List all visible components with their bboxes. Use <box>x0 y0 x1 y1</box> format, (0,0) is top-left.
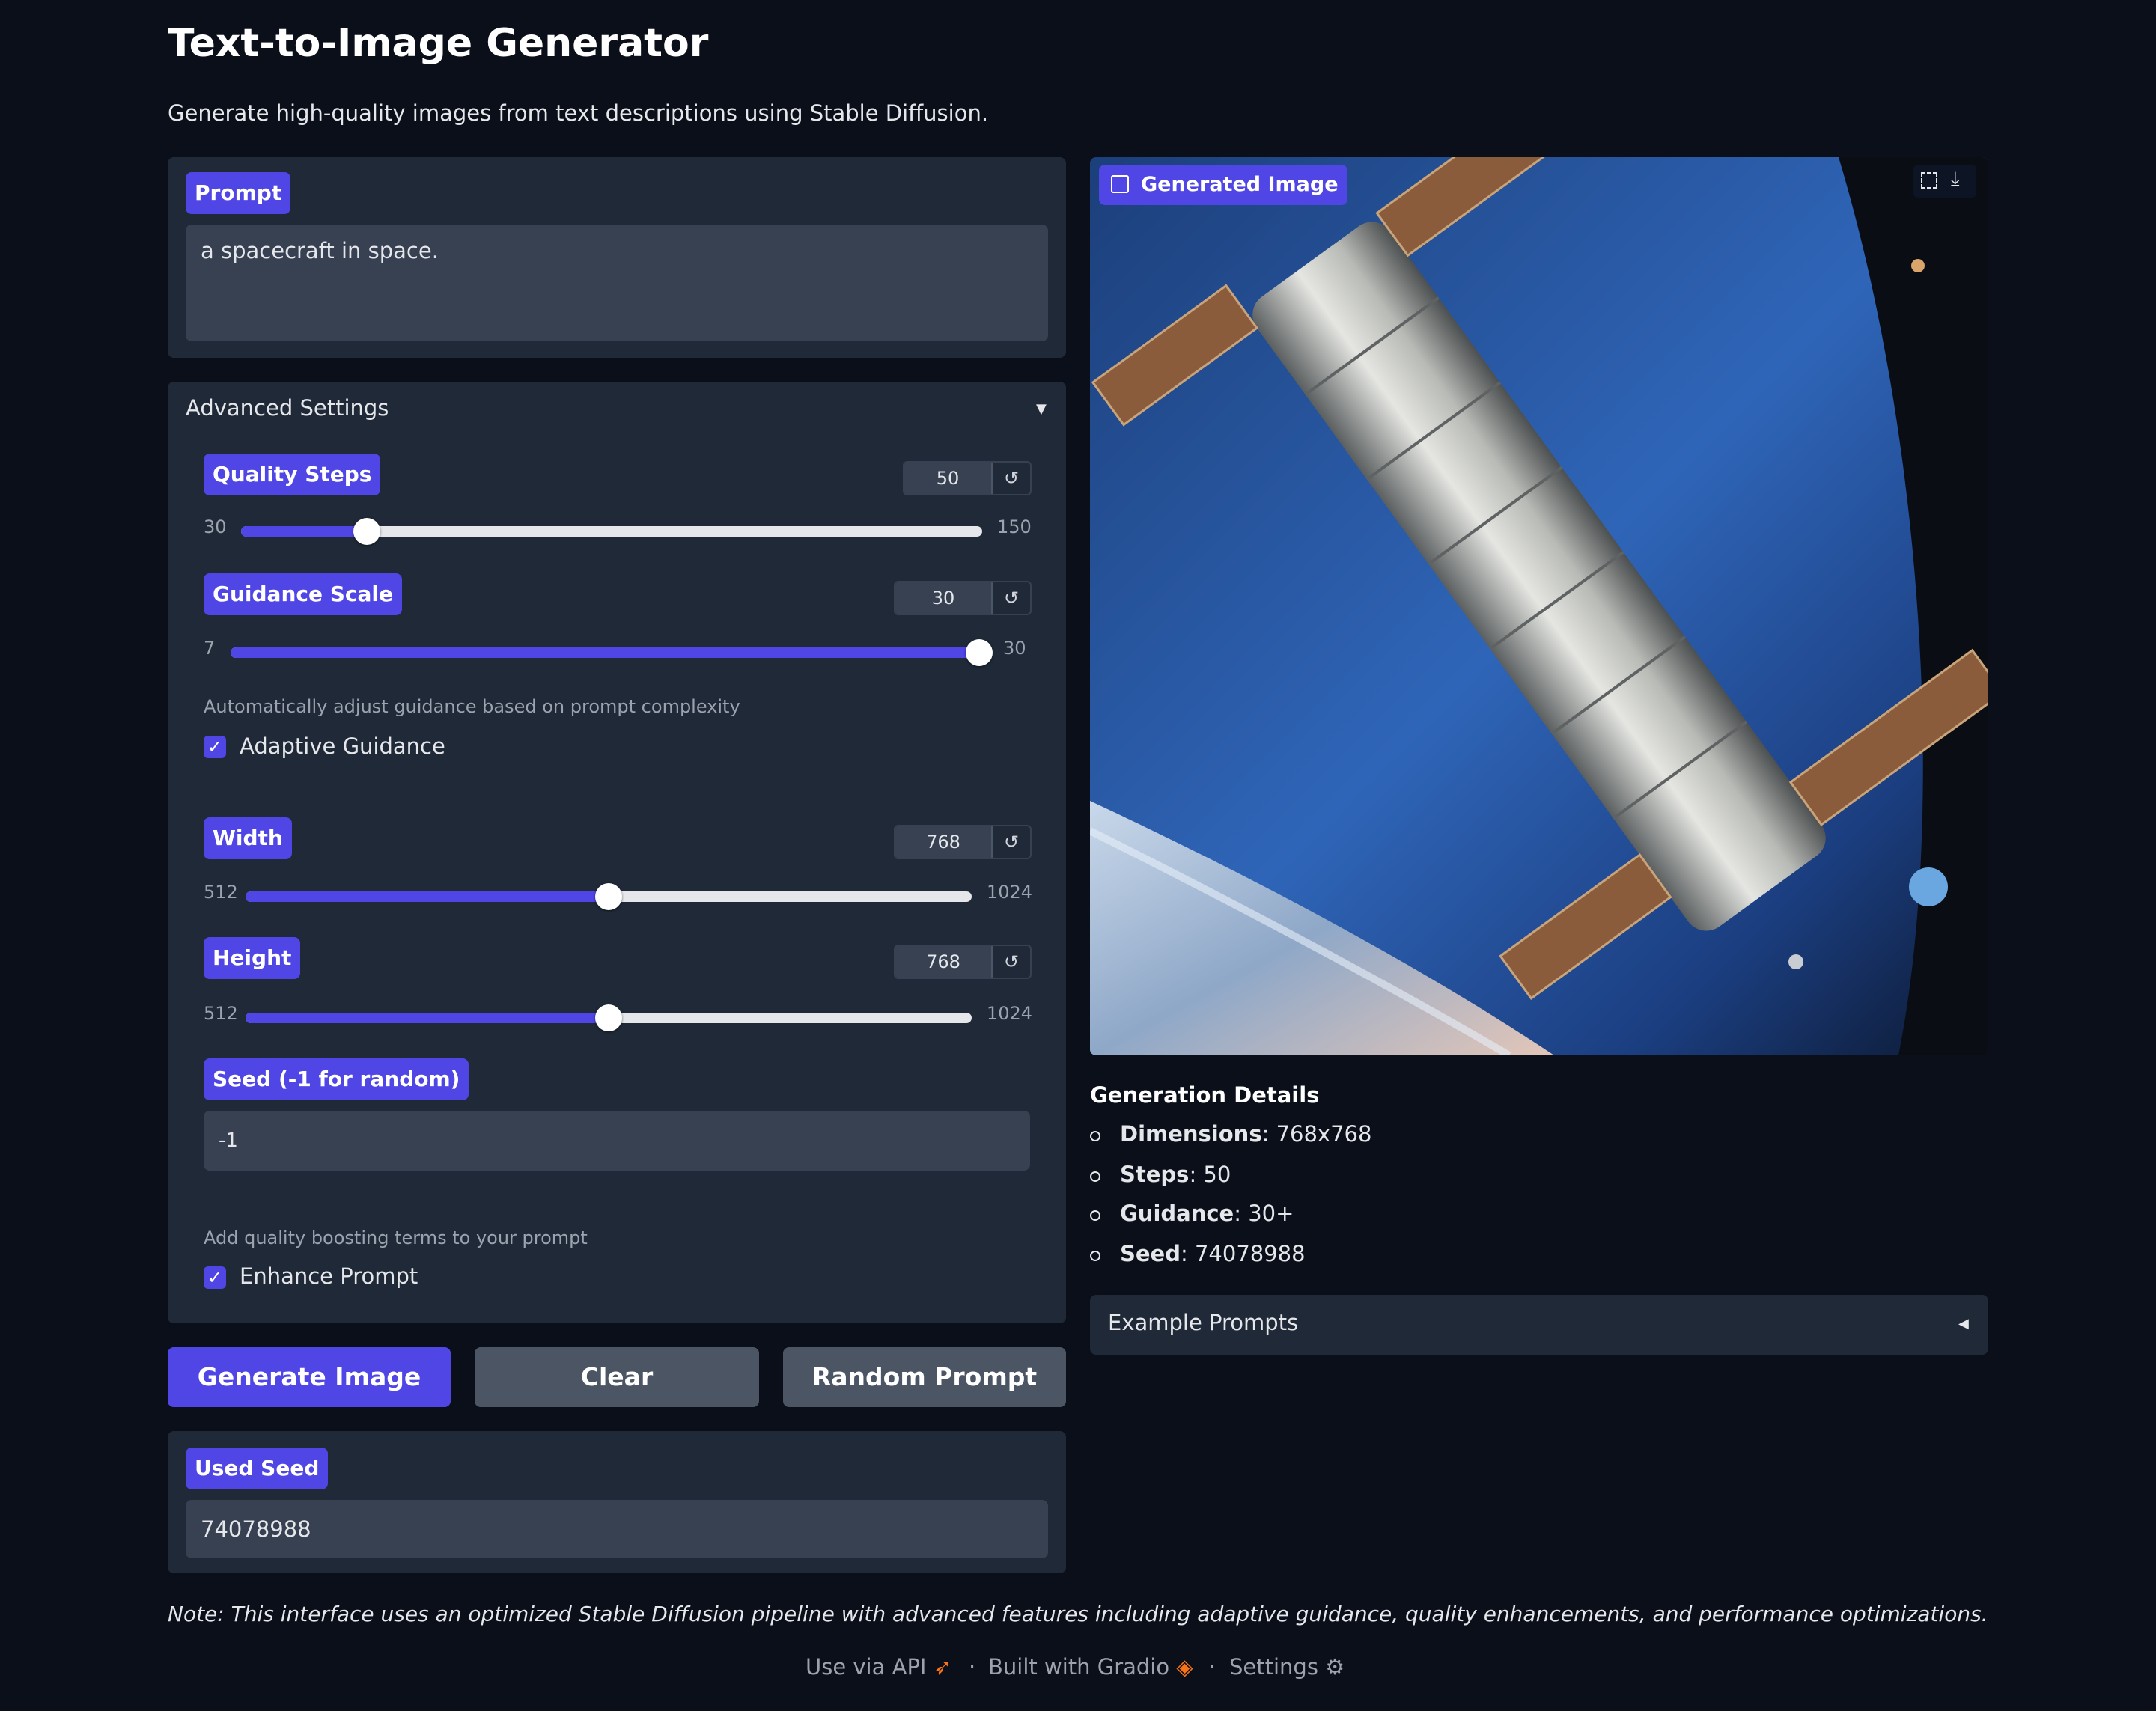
generated-image-label-text: Generated Image <box>1141 173 1339 196</box>
footer-api-link[interactable]: Use via API ➶ <box>806 1654 951 1680</box>
width-max: 1024 <box>987 882 1033 903</box>
enhance-prompt-label[interactable]: Enhance Prompt <box>240 1263 418 1289</box>
example-prompts-title[interactable]: Example Prompts <box>1108 1310 1298 1335</box>
random-prompt-button[interactable]: Random Prompt <box>783 1347 1066 1407</box>
height-handle[interactable] <box>595 1004 622 1031</box>
footer-gradio-text[interactable]: Built with Gradio <box>988 1654 1169 1680</box>
generate-image-button[interactable]: Generate Image <box>168 1347 451 1407</box>
detail-key: Seed <box>1120 1241 1181 1266</box>
example-prompts-accordion[interactable]: Example Prompts ◀ <box>1090 1295 1988 1355</box>
adaptive-guidance-label[interactable]: Adaptive Guidance <box>240 733 445 759</box>
detail-key: Guidance <box>1120 1201 1234 1226</box>
quality-steps-value[interactable]: 50 <box>904 463 991 494</box>
detail-value: : 768x768 <box>1261 1121 1372 1147</box>
reset-icon[interactable]: ↺ <box>991 463 1030 494</box>
image-toolbar: ⤓ <box>1913 165 1976 198</box>
enhance-prompt-checkbox[interactable]: ✓ <box>204 1266 226 1289</box>
width-label: Width <box>204 817 292 859</box>
guidance-scale-label: Guidance Scale <box>204 573 402 615</box>
guidance-scale-min: 7 <box>204 638 216 659</box>
footer-settings-text[interactable]: Settings <box>1229 1654 1318 1680</box>
detail-value: : 30+ <box>1234 1201 1294 1226</box>
generated-image <box>1090 157 1988 1055</box>
height-max: 1024 <box>987 1003 1033 1024</box>
detail-value: : 74078988 <box>1180 1241 1306 1266</box>
download-icon[interactable]: ⤓ <box>1951 168 1960 191</box>
width-number[interactable]: 768 ↺ <box>894 825 1032 859</box>
height-slider[interactable] <box>246 1004 972 1031</box>
bullet-icon <box>1090 1251 1100 1261</box>
height-value[interactable]: 768 <box>895 946 991 978</box>
detail-value: : 50 <box>1189 1162 1231 1187</box>
prompt-panel: Prompt a spacecraft in space. <box>168 157 1066 358</box>
width-fill <box>246 891 609 902</box>
adaptive-guidance-checkbox[interactable]: ✓ <box>204 736 226 758</box>
generated-image-label: Generated Image <box>1099 165 1348 205</box>
used-seed-panel: Used Seed 74078988 <box>168 1431 1066 1573</box>
quality-steps-handle[interactable] <box>353 518 381 545</box>
bullet-icon <box>1090 1171 1100 1182</box>
image-icon <box>1111 175 1129 193</box>
height-min: 512 <box>204 1003 238 1024</box>
footer-separator: · <box>1208 1654 1216 1680</box>
width-min: 512 <box>204 882 238 903</box>
height-label: Height <box>204 937 301 979</box>
footer-separator: · <box>969 1654 976 1680</box>
enhance-prompt-info: Add quality boosting terms to your promp… <box>204 1227 588 1248</box>
footer-settings-link[interactable]: Settings ⚙ <box>1229 1654 1345 1680</box>
bullet-icon <box>1090 1131 1100 1141</box>
prompt-input[interactable]: a spacecraft in space. <box>186 225 1048 341</box>
reset-icon[interactable]: ↺ <box>991 826 1030 858</box>
fullscreen-icon[interactable] <box>1921 172 1937 189</box>
page-subtitle: Generate high-quality images from text d… <box>168 100 989 126</box>
width-slider[interactable] <box>246 883 972 910</box>
guidance-scale-value[interactable]: 30 <box>895 582 991 614</box>
guidance-scale-max: 30 <box>1003 638 1026 659</box>
footer-api-text[interactable]: Use via API <box>806 1654 926 1680</box>
quality-steps-fill <box>241 526 368 537</box>
gradio-logo-icon: ◈ <box>1176 1654 1193 1680</box>
chevron-down-icon[interactable]: ▼ <box>1036 401 1047 417</box>
used-seed-output[interactable]: 74078988 <box>186 1500 1048 1558</box>
detail-key: Steps <box>1120 1162 1190 1187</box>
width-value[interactable]: 768 <box>895 826 991 858</box>
bullet-icon <box>1090 1210 1100 1221</box>
rocket-icon: ➶ <box>933 1654 952 1680</box>
quality-steps-number[interactable]: 50 ↺ <box>903 461 1032 495</box>
chevron-left-icon[interactable]: ◀ <box>1958 1316 1969 1332</box>
width-handle[interactable] <box>595 883 622 910</box>
reset-icon[interactable]: ↺ <box>991 582 1030 614</box>
gear-icon: ⚙ <box>1325 1654 1345 1680</box>
quality-steps-max: 150 <box>997 516 1032 537</box>
advanced-settings-title[interactable]: Advanced Settings <box>186 395 389 421</box>
prompt-label: Prompt <box>186 172 291 214</box>
guidance-scale-number[interactable]: 30 ↺ <box>894 581 1032 615</box>
generated-image-panel: Generated Image ⤓ <box>1090 157 1988 1055</box>
quality-steps-slider[interactable] <box>241 518 982 545</box>
reset-icon[interactable]: ↺ <box>991 946 1030 978</box>
guidance-scale-fill <box>231 647 979 658</box>
quality-steps-min: 30 <box>204 516 227 537</box>
footer-gradio-link[interactable]: Built with Gradio ◈ <box>988 1654 1193 1680</box>
detail-key: Dimensions <box>1120 1121 1262 1147</box>
adaptive-guidance-info: Automatically adjust guidance based on p… <box>204 696 740 717</box>
advanced-settings-panel: Advanced Settings ▼ Quality Steps 50 ↺ 3… <box>168 382 1066 1323</box>
height-number[interactable]: 768 ↺ <box>894 945 1032 979</box>
clear-button[interactable]: Clear <box>475 1347 759 1407</box>
note-text: Note: This interface uses an optimized S… <box>168 1602 1988 1626</box>
guidance-scale-handle[interactable] <box>966 639 993 666</box>
guidance-scale-slider[interactable] <box>231 639 993 666</box>
height-fill <box>246 1013 609 1023</box>
quality-steps-label: Quality Steps <box>204 454 381 495</box>
generation-details-title: Generation Details <box>1090 1082 1320 1108</box>
seed-label: Seed (-1 for random) <box>204 1058 469 1100</box>
used-seed-label: Used Seed <box>186 1448 329 1489</box>
page-title: Text-to-Image Generator <box>168 21 709 66</box>
seed-input[interactable]: -1 <box>204 1111 1030 1171</box>
